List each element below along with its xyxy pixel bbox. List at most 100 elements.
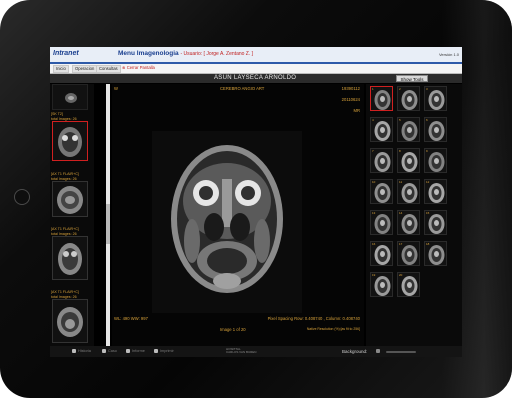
image-thumbnail[interactable]: 9 (424, 148, 447, 173)
image-thumbnail[interactable]: 2 (397, 86, 420, 111)
series-thumbnail[interactable] (52, 121, 88, 161)
study-date: 20110624 (341, 97, 360, 102)
image-thumbnail[interactable]: 7 (370, 148, 393, 173)
image-grid-panel: 1 2 3 4 5 6 7 8 9 10 11 12 13 14 15 16 17 18 19 20 (366, 84, 462, 346)
menu-bar: Inicio Operacion Consultas ⊗ Cerrar Pant… (50, 64, 462, 74)
close-icon: ⊗ (122, 65, 126, 70)
home-button[interactable] (14, 189, 30, 205)
background-slider[interactable] (386, 351, 416, 353)
image-thumbnail[interactable]: 19 (370, 272, 393, 297)
app-title-text: Menu Imagenologia (118, 50, 179, 57)
image-thumbnail[interactable]: 6 (424, 117, 447, 142)
menu-operacion[interactable]: Operacion (72, 65, 98, 73)
version-label: Versión 1.0 (438, 52, 459, 57)
report-button[interactable]: Informe (132, 349, 145, 353)
series-item[interactable]: [SK T2] total Images: 26 (50, 112, 94, 161)
report-icon[interactable] (126, 349, 130, 353)
image-thumbnail[interactable]: 10 (370, 179, 393, 204)
case-button[interactable]: Caso (108, 349, 117, 353)
series-item[interactable]: [AX T1 FLAIR+C] total Images: 26 (50, 290, 94, 343)
image-thumbnail-number: 19 (372, 273, 376, 277)
close-screen-label: Cerrar Pantalla (126, 65, 155, 70)
head-scan-icon (401, 90, 418, 110)
image-viewer[interactable]: W CEREBRO ANGIO ART 19390112 20110624 MR (112, 84, 364, 346)
image-thumbnail[interactable]: 3 (424, 86, 447, 111)
image-thumbnail-number: 6 (426, 118, 428, 122)
image-thumbnail-number: 13 (372, 211, 376, 215)
close-screen-button[interactable]: ⊗ Cerrar Pantalla (120, 65, 157, 71)
image-thumbnail-number: 5 (399, 118, 401, 122)
image-thumbnail[interactable]: 16 (370, 241, 393, 266)
image-thumbnail[interactable]: 8 (397, 148, 420, 173)
image-thumbnail[interactable]: 17 (397, 241, 420, 266)
title-bar: Intranet Menu Imagenologia - Usuario: [ … (50, 47, 462, 63)
image-thumbnail-number: 18 (426, 242, 430, 246)
tablet-frame: Intranet Menu Imagenologia - Usuario: [ … (0, 0, 512, 398)
series-item[interactable] (50, 84, 94, 110)
mri-head-icon (171, 145, 283, 293)
series-thumbnail[interactable] (52, 299, 88, 343)
image-thumbnail-number: 16 (372, 242, 376, 246)
head-scan-icon (374, 121, 391, 141)
hospital-logo-line2: CARLOS VAN BUREN (226, 350, 257, 355)
patient-name: ASUN LAYSECA ARNOLDO (214, 75, 297, 81)
scroll-thumb[interactable] (106, 204, 110, 244)
head-scan-icon (428, 90, 445, 110)
image-thumbnail[interactable]: 13 (370, 210, 393, 235)
head-scan-icon (58, 243, 82, 275)
menu-consultas[interactable]: Consultas (96, 65, 121, 73)
image-thumbnail[interactable]: 20 (397, 272, 420, 297)
head-scan-icon (57, 307, 83, 337)
case-icon[interactable] (102, 349, 106, 353)
image-thumbnail[interactable]: 1 (370, 86, 393, 111)
screen: Intranet Menu Imagenologia - Usuario: [ … (50, 47, 462, 357)
menu-inicio[interactable]: Inicio (53, 65, 69, 73)
image-thumbnail[interactable]: 15 (424, 210, 447, 235)
background-label: Background: (342, 349, 368, 354)
series-scrollbar[interactable] (106, 84, 110, 346)
image-thumbnail[interactable]: 4 (370, 117, 393, 142)
image-thumbnail[interactable]: 18 (424, 241, 447, 266)
overlay-top-left: W (114, 86, 118, 91)
series-item[interactable]: [AX T1 FLAIR+C] total Images: 26 (50, 172, 94, 217)
series-thumbnail[interactable] (52, 181, 88, 217)
image-thumbnail[interactable]: 12 (424, 179, 447, 204)
image-thumbnail-number: 15 (426, 211, 430, 215)
head-scan-icon (57, 186, 83, 214)
head-scan-icon (374, 90, 391, 110)
image-thumbnail-number: 8 (399, 149, 401, 153)
image-thumbnail-number: 10 (372, 180, 376, 184)
image-thumbnail-number: 20 (399, 273, 403, 277)
image-index: Image 1 of 20 (220, 327, 246, 332)
image-thumbnail-number: 17 (399, 242, 403, 246)
image-thumbnail-number: 7 (372, 149, 374, 153)
pixel-spacing: Pixel Spacing Row: 0.408740 , Column: 0.… (267, 316, 360, 321)
intranet-logo: Intranet (53, 50, 79, 57)
show-tools-button[interactable]: Show Tools (396, 75, 428, 82)
modality: MR (353, 108, 360, 113)
background-swatch-icon[interactable] (376, 349, 380, 353)
user-text: - Usuario: [ Jorge A. Zentano Z. ] (180, 51, 254, 57)
image-thumbnail[interactable]: 11 (397, 179, 420, 204)
head-scan-icon (428, 121, 445, 141)
mri-scan-image[interactable] (152, 131, 302, 313)
image-thumbnail-number: 12 (426, 180, 430, 184)
scan-thumbnail-icon (65, 93, 77, 103)
series-item[interactable]: [AX T1 FLAIR+C] total Images: 26 (50, 227, 94, 280)
print-button[interactable]: Imprimir (160, 349, 174, 353)
window-level: WL: 490 WW: 997 (114, 316, 148, 321)
hospital-logo: HOSPITAL CARLOS VAN BUREN (226, 347, 257, 355)
image-thumbnail[interactable]: 5 (397, 117, 420, 142)
head-scan-icon (401, 121, 418, 141)
image-thumbnail-number: 3 (426, 87, 428, 91)
native-resolution: Native Resolution (%):[as fit to 256] (306, 327, 360, 331)
image-thumbnail-number: 11 (399, 180, 403, 184)
birth-date: 19390112 (341, 86, 360, 91)
image-thumbnail[interactable]: 14 (397, 210, 420, 235)
print-icon[interactable] (154, 349, 158, 353)
image-thumbnail-number: 4 (372, 118, 374, 122)
history-icon[interactable] (72, 349, 76, 353)
history-button[interactable]: Historia (78, 349, 91, 353)
series-thumbnail[interactable] (52, 84, 88, 110)
series-thumbnail[interactable] (52, 236, 88, 280)
